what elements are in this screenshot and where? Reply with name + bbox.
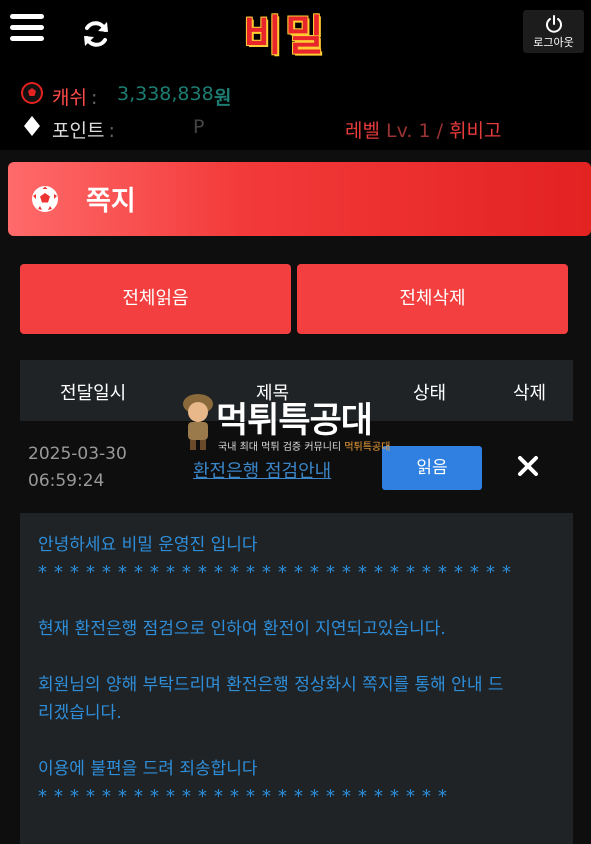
soccer-ball-icon [21, 82, 43, 104]
cash-colon: : [90, 87, 98, 109]
message-line-1: 현재 환전은행 점검으로 인하여 환전이 지연되고있습니다. [38, 619, 446, 639]
delete-all-button[interactable]: 전체삭제 [297, 264, 568, 334]
message-panel: 쪽지 전체읽음 전체삭제 전달일시 제목 상태 삭제 2025-03-30 06… [0, 150, 591, 844]
message-divider-bottom: ************************** [38, 786, 454, 807]
point-label: 포인트 [52, 120, 105, 142]
delete-x-icon[interactable] [517, 455, 539, 477]
message-greeting: 안녕하세요 비밀 운영진 입니다 [38, 535, 258, 555]
top-header: 비밀 로그아웃 [0, 0, 591, 72]
level-value: Lv. 1 [386, 120, 431, 142]
level-separator: / [436, 120, 443, 142]
message-divider-top: ****************************** [38, 562, 518, 583]
site-logo[interactable]: 비밀 [230, 8, 340, 64]
page-title-bar: 쪽지 [8, 162, 591, 236]
column-header-date: 전달일시 [60, 383, 127, 404]
row-datetime: 2025-03-30 06:59:24 [28, 441, 127, 495]
refresh-icon[interactable] [80, 18, 112, 50]
message-line-2b: 리겠습니다. [38, 703, 122, 723]
level-label: 레벨 [345, 120, 380, 142]
cash-row: 캐쉬: 3,338,838 원 [0, 79, 591, 109]
row-date: 2025-03-30 [28, 444, 127, 464]
watermark-subtitle: 국내 최대 먹튀 검증 커뮤니티 먹튀특공대 [218, 438, 390, 453]
point-value: P [193, 116, 205, 138]
cash-label: 캐쉬 [52, 87, 87, 109]
diamond-icon [24, 116, 40, 136]
soccer-ball-icon [32, 186, 58, 212]
logout-label: 로그아웃 [533, 36, 574, 49]
level-name: 휘비고 [449, 120, 502, 142]
cash-unit: 원 [214, 87, 232, 109]
watermark-subtitle-b: 먹튀특공대 [344, 442, 391, 453]
row-subject-link[interactable]: 환전은행 점검안내 [193, 457, 331, 483]
soldier-mascot-icon [183, 394, 213, 450]
logout-button[interactable]: 로그아웃 [523, 10, 584, 53]
watermark-subtitle-a: 국내 최대 먹튀 검증 커뮤니티 [218, 442, 342, 453]
cash-value: 3,338,838 [117, 83, 214, 105]
hamburger-menu-icon[interactable] [10, 14, 44, 48]
point-colon: : [108, 120, 115, 142]
read-all-button[interactable]: 전체읽음 [20, 264, 291, 334]
column-header-delete: 삭제 [513, 383, 547, 404]
message-line-3: 이용에 불편을 드려 죄송합니다 [38, 759, 258, 779]
power-icon [545, 15, 562, 33]
watermark-title: 먹튀특공대 [216, 401, 373, 441]
message-line-2a: 회원님의 양해 부탁드리며 환전은행 정상화시 쪽지를 통해 안내 드 [38, 675, 504, 695]
level-info: 레벨 Lv. 1 / 휘비고 [345, 116, 502, 143]
message-body: 안녕하세요 비밀 운영진 입니다 ***********************… [20, 513, 573, 844]
watermark: 먹튀특공대 국내 최대 먹튀 검증 커뮤니티 먹튀특공대 [180, 392, 420, 454]
point-row: 포인트: P 레벨 Lv. 1 / 휘비고 [0, 112, 591, 142]
page-title: 쪽지 [86, 186, 136, 217]
row-time: 06:59:24 [28, 471, 105, 491]
